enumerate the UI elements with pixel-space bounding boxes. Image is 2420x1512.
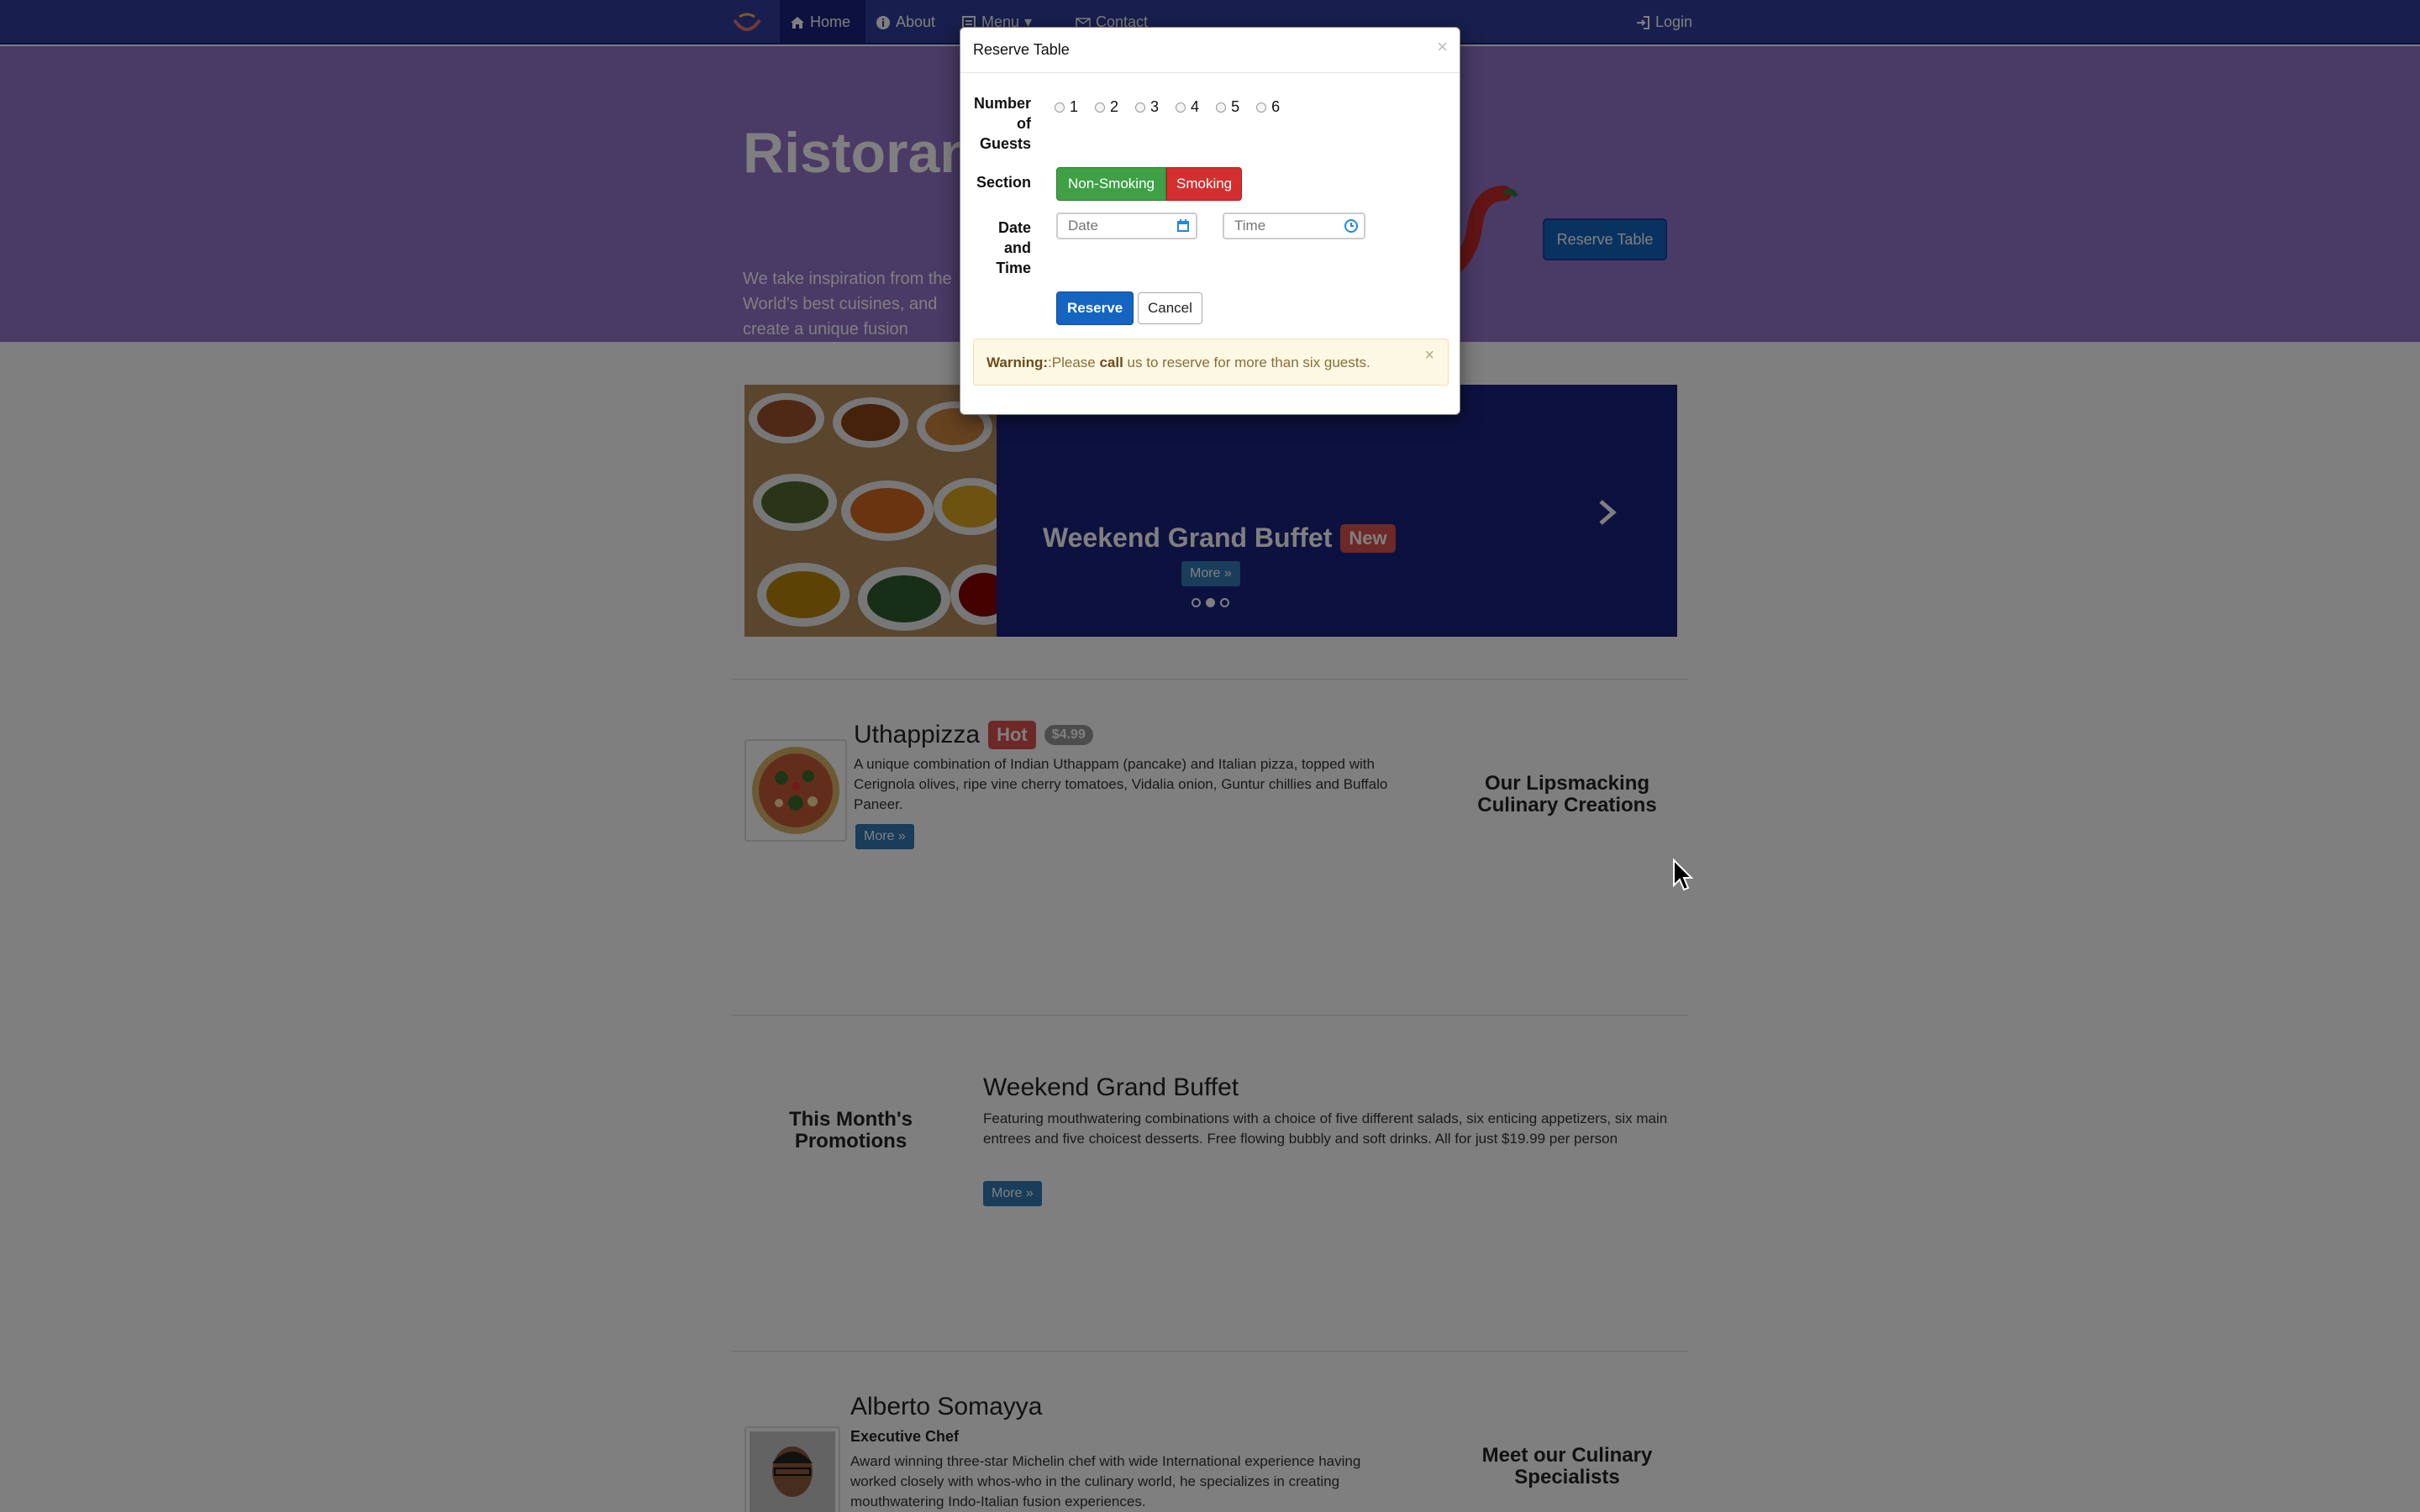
date-input[interactable] <box>1058 218 1159 234</box>
reserve-button[interactable]: Reserve <box>1056 291 1134 325</box>
calendar-icon[interactable] <box>1176 218 1191 234</box>
radio-button[interactable] <box>1256 102 1267 113</box>
date-input-group <box>1056 213 1197 239</box>
alert-close-icon[interactable]: × <box>1424 346 1434 365</box>
guest-option-3[interactable]: 3 <box>1135 98 1159 116</box>
radio-button[interactable] <box>1055 102 1065 113</box>
smoking-button[interactable]: Smoking <box>1166 167 1243 201</box>
warning-alert: Warning::Please call us to reserve for m… <box>973 339 1449 386</box>
mouse-cursor-icon <box>1673 858 1694 891</box>
time-input[interactable] <box>1224 218 1325 234</box>
guest-option-label: 2 <box>1110 98 1119 115</box>
warning-text-2: us to reserve for more than six guests. <box>1123 354 1370 370</box>
clock-icon[interactable] <box>1344 218 1359 234</box>
guest-option-label: 3 <box>1150 98 1160 115</box>
guest-option-label: 6 <box>1271 98 1281 115</box>
warning-strong: Warning: <box>986 354 1049 370</box>
warning-text-1: :Please <box>1048 354 1100 370</box>
guest-option-1[interactable]: 1 <box>1055 98 1078 116</box>
guests-label: Number of Guests <box>973 95 1031 152</box>
section-toggle: Non-Smoking Smoking <box>1056 167 1243 201</box>
radio-button[interactable] <box>1176 102 1186 113</box>
guest-option-label: 4 <box>1191 98 1200 115</box>
radio-button[interactable] <box>1095 102 1106 113</box>
guests-radio-group: 1 2 3 4 5 6 <box>1055 98 1280 116</box>
reserve-table-modal: Reserve Table × Number of Guests 1 2 3 4… <box>960 27 1460 415</box>
modal-title: Reserve Table <box>973 41 1070 58</box>
warning-call: call <box>1099 354 1123 370</box>
close-icon[interactable]: × <box>1437 36 1448 58</box>
cancel-button[interactable]: Cancel <box>1138 292 1202 324</box>
guest-option-4[interactable]: 4 <box>1176 98 1199 116</box>
guest-option-label: 1 <box>1070 98 1079 115</box>
section-label: Section <box>976 174 1031 191</box>
non-smoking-button[interactable]: Non-Smoking <box>1056 167 1166 201</box>
datetime-label: Date and Time <box>996 219 1031 276</box>
guest-option-6[interactable]: 6 <box>1256 98 1280 116</box>
radio-button[interactable] <box>1216 102 1227 113</box>
modal-header: Reserve Table × <box>960 28 1460 73</box>
radio-button[interactable] <box>1135 102 1146 113</box>
guest-option-label: 5 <box>1231 98 1240 115</box>
guest-option-5[interactable]: 5 <box>1216 98 1239 116</box>
time-input-group <box>1223 213 1365 239</box>
guest-option-2[interactable]: 2 <box>1095 98 1118 116</box>
warning-text: Warning::Please call us to reserve for m… <box>986 354 1370 371</box>
